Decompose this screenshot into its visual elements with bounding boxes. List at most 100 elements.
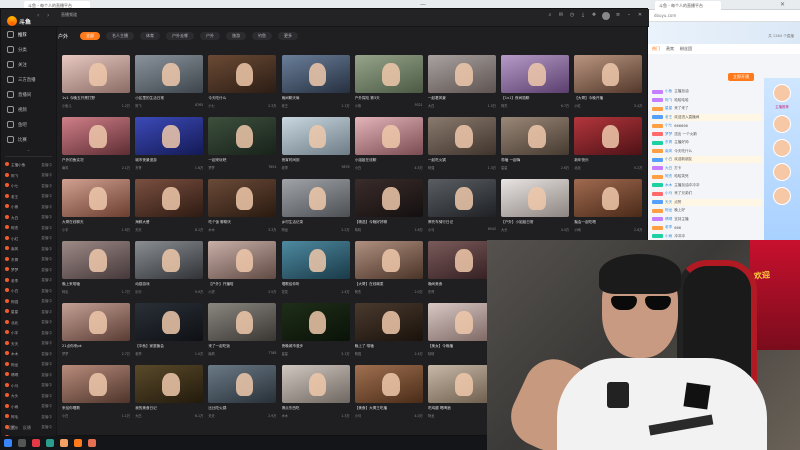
anchor-name[interactable]: 阿飞 xyxy=(135,103,141,108)
anchor-name[interactable]: 阿龙 xyxy=(428,413,434,418)
anchor-name[interactable]: 阿毛 xyxy=(62,289,68,294)
stream-card[interactable]: 【美女】今晚播晴晴5.6万 xyxy=(427,303,496,359)
history-icon[interactable]: ◷ xyxy=(569,12,575,20)
stream-card[interactable]: 【大哥】在线喊麦 阿杰 2.0万 xyxy=(354,241,423,297)
stream-card[interactable]: 1v1 今晚五开黑打野 小鱼儿 1.2万 xyxy=(62,55,130,111)
avatar[interactable] xyxy=(773,163,791,181)
chat-tab[interactable]: 贵宾 xyxy=(666,46,674,52)
download-icon[interactable]: ⤓ xyxy=(580,12,586,20)
follow-item[interactable]: 大头 直播中 xyxy=(5,391,52,402)
anchor-name[interactable]: 老李 xyxy=(135,351,141,356)
chat-username[interactable]: 小雨 xyxy=(665,234,672,239)
browser-icon[interactable] xyxy=(46,439,54,447)
stream-thumbnail[interactable] xyxy=(281,55,350,93)
anchor-name[interactable]: 小熊 xyxy=(355,103,361,108)
category-chip[interactable]: 旅游 xyxy=(226,32,247,40)
stream-thumbnail[interactable] xyxy=(281,303,350,341)
close-icon[interactable]: ✕ xyxy=(637,12,643,20)
sidebar-item[interactable]: 比赛 xyxy=(1,132,56,147)
sidebar-item[interactable]: 视频 xyxy=(1,102,56,117)
stream-thumbnail[interactable] xyxy=(354,365,423,403)
stream-card[interactable]: 一起来玩吧 梦梦 7654 xyxy=(208,117,277,173)
stream-card[interactable]: 夜晚城市漫步 星星 3.1万 xyxy=(281,303,350,359)
stream-card[interactable]: 新年快乐 北北 5.2万 xyxy=(574,117,643,173)
stream-card[interactable]: 晚上来唠嗑 阿毛 1.7万 xyxy=(62,241,130,297)
stream-thumbnail[interactable] xyxy=(208,241,277,279)
follow-item[interactable]: 主播小鱼 直播中 xyxy=(5,160,52,171)
stream-thumbnail[interactable] xyxy=(427,179,496,217)
follow-item[interactable]: 老王 直播中 xyxy=(5,192,52,203)
anchor-name[interactable]: 小红 xyxy=(574,103,580,108)
chat-username[interactable]: 晴晴 xyxy=(665,217,672,222)
follow-item[interactable]: 阿毛 直播中 xyxy=(5,412,52,423)
back-icon[interactable]: ‹ xyxy=(37,12,39,19)
stream-thumbnail[interactable] xyxy=(208,117,277,155)
forward-icon[interactable]: › xyxy=(47,12,49,19)
chat-username[interactable]: 阿杰 xyxy=(665,174,672,179)
stream-card[interactable]: 大哥在线聊天 小宇 1.9万 xyxy=(62,179,130,235)
minimize-icon[interactable]: – xyxy=(626,12,632,20)
follow-item[interactable]: 南风 直播中 xyxy=(5,244,52,255)
anchor-name[interactable]: 南风 xyxy=(62,165,68,170)
close-icon[interactable]: ✕ xyxy=(780,1,785,8)
anchor-name[interactable]: 阿龙 xyxy=(282,227,288,232)
sidebar-item[interactable]: 分类 xyxy=(1,42,56,57)
follow-item[interactable]: 大白 直播中 xyxy=(5,213,52,224)
chat-username[interactable]: 小马 xyxy=(665,191,672,196)
anchor-name[interactable]: 阿强 xyxy=(428,165,434,170)
stream-card[interactable]: 来了一起吃饭 南风 7788 xyxy=(208,303,277,359)
stream-card[interactable]: 【精选】今晚好好聊 晴晴 1.6万 xyxy=(354,179,423,235)
stream-card[interactable]: 户外探险 第3天 小熊 9321 xyxy=(354,55,423,111)
stream-thumbnail[interactable] xyxy=(354,117,423,155)
stream-card[interactable]: 【美食】大胃王吃播 小马 4.0万 xyxy=(354,365,423,421)
stream-thumbnail[interactable] xyxy=(574,55,643,93)
stream-thumbnail[interactable] xyxy=(501,55,570,93)
follow-item[interactable]: 阿飞 直播中 xyxy=(5,171,52,182)
chat-username[interactable]: 小七 xyxy=(665,123,672,128)
chat-username[interactable]: 小白 xyxy=(665,157,672,162)
stream-card[interactable]: 21点你来pk 梦梦 2.7万 xyxy=(62,303,130,359)
stream-card[interactable]: 晚间美食东哥8899 xyxy=(427,241,496,297)
follow-item[interactable]: 小红 直播中 xyxy=(5,234,52,245)
current-page-tab[interactable]: 直播频道 xyxy=(61,12,77,18)
sidebar-item[interactable]: 三方直播 xyxy=(1,72,56,87)
stream-card[interactable]: 小区里的生活日常 阿飞 8765 xyxy=(135,55,204,111)
follow-item[interactable]: 天天 直播中 xyxy=(5,339,52,350)
stream-card[interactable]: 聚会一起吃喝 小雨 2.8万 xyxy=(574,179,643,235)
anchor-name[interactable]: 星星 xyxy=(282,351,288,356)
stream-thumbnail[interactable] xyxy=(62,179,130,217)
anchor-name[interactable]: 乐乐 xyxy=(135,289,141,294)
anchor-name[interactable]: 阿杰 xyxy=(501,103,507,108)
stream-card[interactable]: 搞点东西吃 木木 1.3万 xyxy=(281,365,350,421)
anchor-name[interactable]: 小七 xyxy=(208,103,214,108)
stream-card[interactable]: 【1v1】夜间陪聊 阿杰 6.7万 xyxy=(501,55,570,111)
stream-card[interactable]: 【户外】小姐姐日常 大头 4.4万 xyxy=(501,179,570,235)
chat-username[interactable]: 梦梦 xyxy=(665,132,672,137)
stream-thumbnail[interactable] xyxy=(501,117,570,155)
chat-username[interactable]: 阿飞 xyxy=(665,98,672,103)
address-bar[interactable]: douyu.com xyxy=(648,10,800,22)
follow-item[interactable]: 小宇 直播中 xyxy=(5,328,52,339)
stream-card[interactable]: 晚间聊天局 老王 1.1万 xyxy=(281,55,350,111)
stream-thumbnail[interactable] xyxy=(135,117,204,155)
settings-link[interactable]: 设置 xyxy=(7,425,15,431)
stream-thumbnail[interactable] xyxy=(281,117,350,155)
stream-card[interactable]: 动感游戏 乐乐 9.9万 xyxy=(135,241,204,297)
feedback-link[interactable]: 反馈 xyxy=(23,425,31,431)
gift-icon[interactable]: ❖ xyxy=(591,12,597,20)
anchor-name[interactable]: 小雨 xyxy=(574,227,580,232)
stream-thumbnail[interactable] xyxy=(574,179,643,217)
avatar[interactable] xyxy=(602,12,610,20)
stream-card[interactable]: 我的美食日记 大白 6.1万 xyxy=(135,365,204,421)
anchor-name[interactable]: 老王 xyxy=(282,103,288,108)
stream-thumbnail[interactable] xyxy=(135,179,204,217)
anchor-name[interactable]: 小鱼儿 xyxy=(62,103,72,108)
chat-username[interactable]: 老王 xyxy=(665,115,672,120)
stream-card[interactable]: 【中秋】家庭聚会 老李 1.0万 xyxy=(135,303,204,359)
follow-item[interactable]: 木木 直播中 xyxy=(5,349,52,360)
anchor-name[interactable]: 天天 xyxy=(208,413,214,418)
stream-card[interactable]: 晚上了 唠嗑 阿强 2.4万 xyxy=(354,303,423,359)
folder-icon[interactable] xyxy=(60,439,68,447)
follow-item[interactable]: 小白 直播中 xyxy=(5,286,52,297)
follow-item[interactable]: 老李 直播中 xyxy=(5,276,52,287)
